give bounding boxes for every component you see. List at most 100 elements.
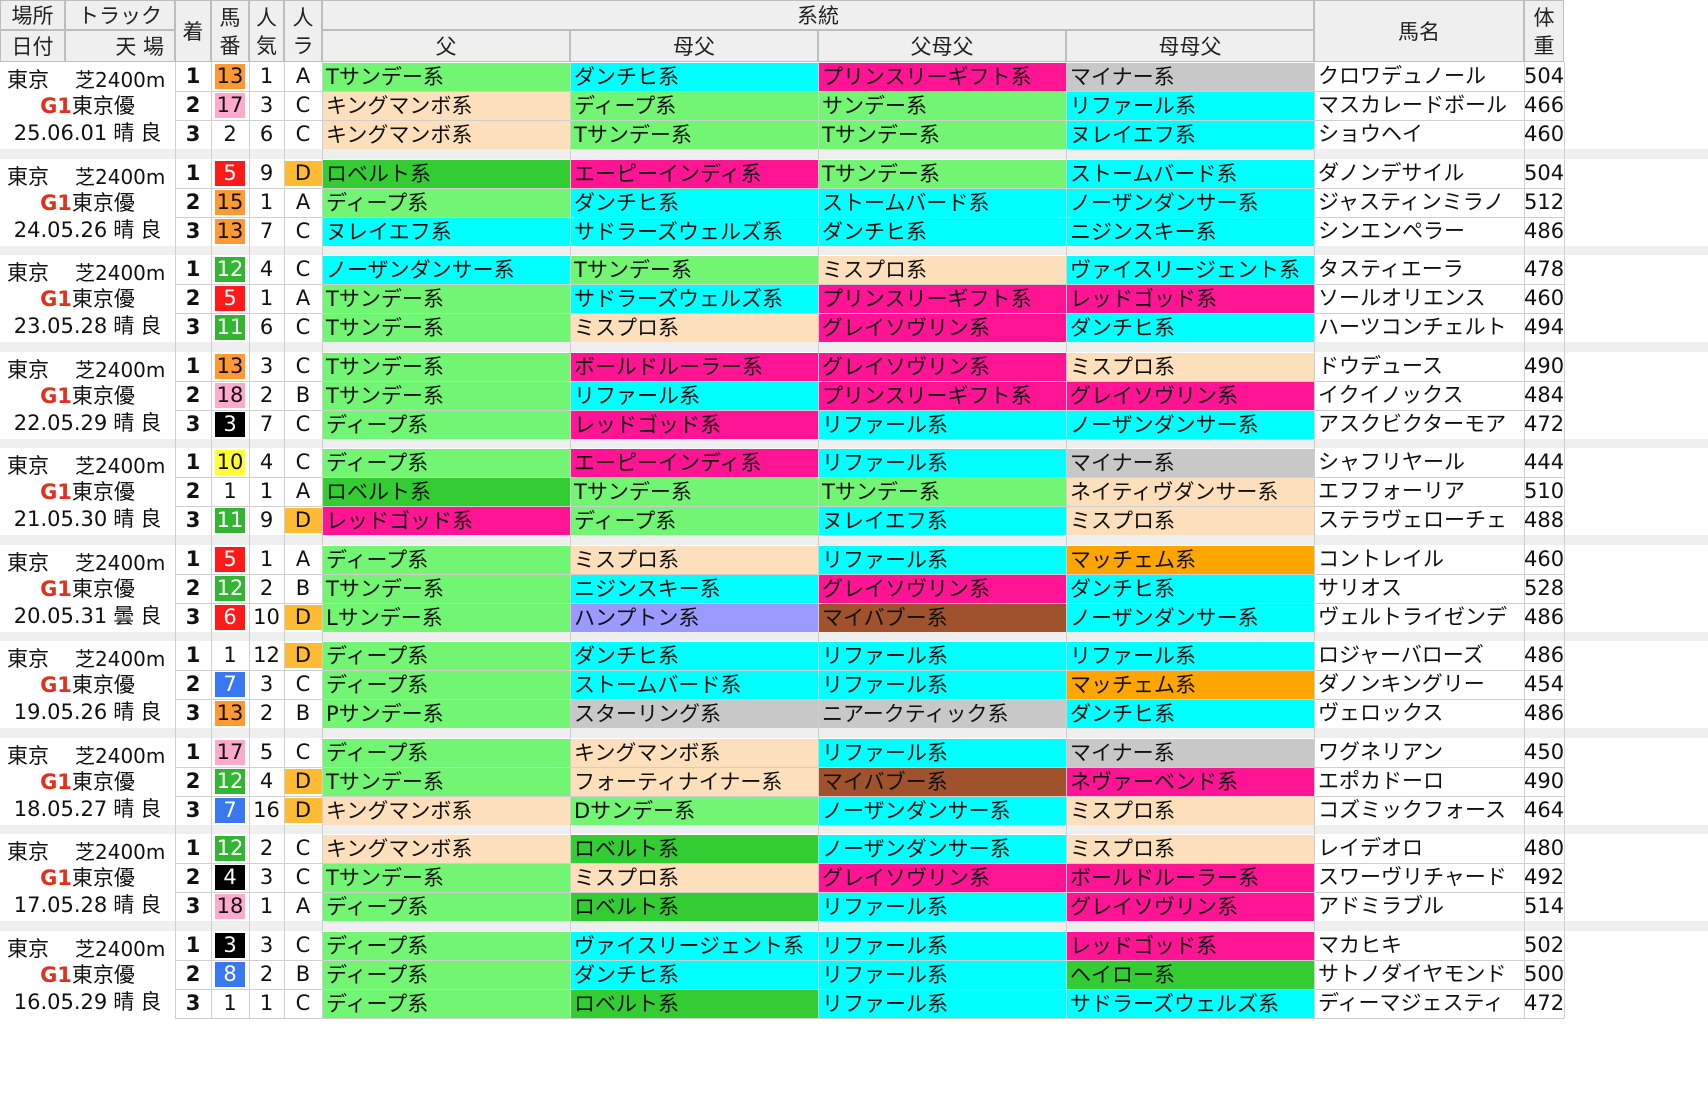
- race-weather: 晴: [113, 507, 135, 531]
- rank-class: C: [295, 672, 311, 696]
- header-horse-name: 馬名: [1314, 0, 1524, 62]
- lineage-dam-dam-sire: ダンチヒ系: [1067, 700, 1314, 728]
- lineage-table: 場所 日付 トラック 天 場 着 馬番 人気 人ラ 系統 父 母父 父母父 母母…: [0, 0, 1708, 1106]
- race-weather: 晴: [113, 121, 135, 145]
- rank-class: A: [295, 894, 311, 918]
- race-date-condition: 23.05.28 晴良: [0, 312, 175, 340]
- race-date-condition: 18.05.27 晴良: [0, 795, 175, 823]
- lineage-sire-dam-sire: リファール系: [819, 642, 1066, 670]
- race-date: 23.05.28: [13, 314, 108, 338]
- body-weight: 486: [1524, 218, 1564, 243]
- horse-name: マカヒキ: [1318, 932, 1402, 957]
- lineage-sire-dam-sire: ノーザンダンサー系: [819, 796, 1066, 825]
- lineage-sire: ディープ系: [323, 545, 570, 574]
- lineage-sire-dam-sire: Tサンデー系: [819, 478, 1066, 506]
- body-weight: 512: [1524, 189, 1564, 214]
- lineage-sire: Tサンデー系: [323, 574, 570, 603]
- body-weight: 460: [1524, 286, 1564, 310]
- column-divider: [1564, 62, 1565, 1018]
- lineage-dam-sire: ディープ系: [571, 507, 818, 535]
- race-going: 良: [140, 700, 162, 724]
- finish-rank: 1: [185, 643, 201, 667]
- race-track: 芝2400m: [75, 68, 166, 92]
- horse-name: サトノダイヤモンド: [1318, 961, 1507, 986]
- lineage-dam-sire: ディープ系: [571, 92, 818, 120]
- race-date-condition: 19.05.26 晴良: [0, 698, 175, 726]
- horse-number: 1: [215, 990, 245, 1016]
- body-weight: 484: [1524, 382, 1564, 407]
- body-weight: 478: [1524, 257, 1564, 281]
- race-weather: 晴: [113, 700, 135, 724]
- finish-rank: 3: [185, 218, 201, 243]
- popularity: 16: [253, 797, 280, 822]
- popularity: 1: [259, 546, 274, 571]
- body-weight: 450: [1524, 739, 1564, 764]
- header-rank: 着: [175, 0, 211, 62]
- race-date-condition: 25.06.01 晴良: [0, 119, 175, 147]
- finish-rank: 2: [185, 575, 201, 600]
- horse-number: 1: [215, 479, 245, 504]
- finish-rank: 2: [185, 768, 201, 793]
- horse-number: 17: [215, 739, 245, 765]
- body-weight: 460: [1524, 546, 1564, 571]
- finish-rank: 1: [185, 353, 201, 378]
- race-weather: 晴: [113, 217, 135, 242]
- horse-number: 1: [215, 643, 245, 668]
- body-weight: 504: [1524, 64, 1564, 88]
- finish-rank: 1: [185, 160, 201, 185]
- race-weather: 曇: [113, 603, 135, 628]
- race-grade: G1: [40, 866, 72, 890]
- lineage-sire-dam-sire: リファール系: [819, 931, 1066, 960]
- lineage-sire: キングマンボ系: [323, 92, 570, 120]
- popularity: 6: [259, 315, 274, 339]
- horse-number: 11: [215, 315, 245, 340]
- race-place: 東京: [7, 357, 49, 382]
- race-date-condition: 20.05.31 曇良: [0, 602, 175, 630]
- lineage-sire-dam-sire: Tサンデー系: [819, 121, 1066, 149]
- lineage-dam-dam-sire: ノーザンダンサー系: [1067, 410, 1314, 439]
- body-weight: 444: [1524, 450, 1564, 474]
- finish-rank: 3: [185, 122, 201, 146]
- popularity: 12: [253, 643, 280, 667]
- race-date: 21.05.30: [13, 507, 108, 531]
- horse-name: ドウデュース: [1318, 353, 1443, 378]
- lineage-dam-dam-sire: マイナー系: [1067, 63, 1314, 91]
- race-going: 良: [140, 507, 162, 531]
- body-weight: 486: [1524, 643, 1564, 667]
- lineage-sire-dam-sire: ミスプロ系: [819, 256, 1066, 284]
- lineage-dam-dam-sire: ヴァイスリージェント系: [1067, 256, 1314, 284]
- lineage-dam-dam-sire: レッドゴッド系: [1067, 931, 1314, 960]
- horse-number: 5: [215, 160, 245, 186]
- rank-class: C: [295, 257, 311, 281]
- header-sire: 父: [322, 30, 570, 62]
- race-grade: G1: [40, 673, 72, 697]
- race-place: 東京: [7, 550, 49, 575]
- race-grade: G1: [40, 94, 72, 118]
- body-weight: 514: [1524, 894, 1564, 918]
- race-place: 東京: [7, 164, 49, 189]
- finish-rank: 2: [185, 382, 201, 407]
- rank-class: C: [295, 990, 311, 1015]
- rank-class: D: [284, 604, 322, 630]
- horse-name: イクイノックス: [1318, 382, 1464, 407]
- lineage-sire: Tサンデー系: [323, 285, 570, 313]
- lineage-dam-sire: ダンチヒ系: [571, 642, 818, 670]
- finish-rank: 3: [185, 411, 201, 436]
- rank-class: B: [295, 701, 311, 725]
- popularity: 1: [259, 189, 274, 214]
- finish-rank: 2: [185, 865, 201, 889]
- horse-number: 13: [215, 218, 245, 244]
- race-going: 良: [140, 989, 162, 1014]
- popularity: 2: [259, 575, 274, 600]
- lineage-sire-dam-sire: リファール系: [819, 410, 1066, 439]
- lineage-sire-dam-sire: プリンスリーギフト系: [819, 285, 1066, 313]
- race-name: 東京優: [71, 769, 135, 794]
- popularity: 1: [259, 894, 274, 918]
- rank-class: C: [295, 315, 311, 339]
- finish-rank: 1: [185, 932, 201, 957]
- rank-class: B: [295, 575, 311, 600]
- horse-name: タスティエーラ: [1318, 257, 1464, 281]
- body-weight: 492: [1524, 865, 1564, 889]
- race-date: 16.05.29: [13, 989, 108, 1014]
- popularity: 3: [259, 672, 274, 696]
